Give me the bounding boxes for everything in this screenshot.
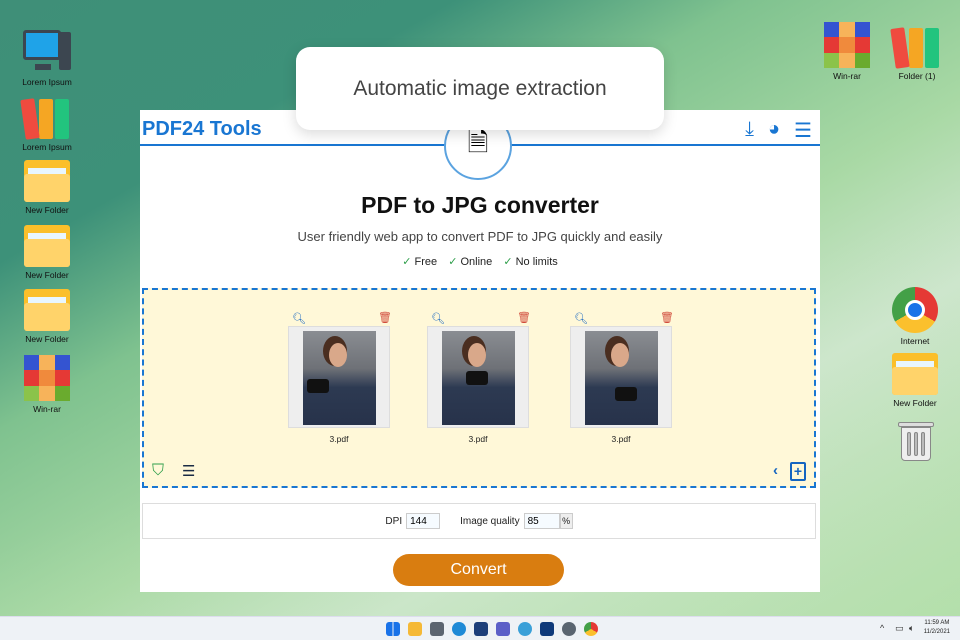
- volume-icon[interactable]: 🔈︎: [909, 623, 914, 634]
- file-thumbnail[interactable]: [427, 326, 529, 428]
- zoom-icon[interactable]: 🔍︎: [431, 312, 445, 325]
- desktop-icon-winrar[interactable]: Win-rar: [12, 355, 82, 414]
- feature-no-limits: ✓ No limits: [503, 256, 558, 268]
- feature-online: ✓ Online: [448, 256, 493, 268]
- folder-icon: [892, 353, 938, 395]
- conversion-options: DPI Image quality %: [142, 503, 816, 539]
- chrome-taskbar-icon[interactable]: [584, 622, 598, 636]
- chevron-left-icon[interactable]: ‹: [773, 462, 778, 479]
- chrome-icon: [892, 287, 938, 333]
- binders-icon: [890, 26, 941, 69]
- clock[interactable]: 11:59 AM 11/2/2021: [924, 619, 950, 637]
- computer-icon: [23, 28, 71, 74]
- list-view-icon[interactable]: ☰: [182, 462, 195, 480]
- zoom-icon[interactable]: 🔍︎: [574, 312, 588, 325]
- photo-thumbnail: [585, 331, 658, 425]
- teams-icon[interactable]: [496, 622, 510, 636]
- file-name: 3.pdf: [329, 434, 349, 444]
- brand-logo[interactable]: PDF24 Tools: [142, 118, 262, 141]
- image-quality-label: Image quality: [460, 515, 520, 527]
- feature-free: ✓ Free: [402, 256, 438, 268]
- camera-icon[interactable]: [430, 622, 444, 636]
- winrar-icon: [824, 22, 870, 68]
- zoom-icon[interactable]: 🔍︎: [292, 312, 306, 325]
- file-name: 3.pdf: [611, 434, 631, 444]
- start-icon[interactable]: [386, 622, 400, 636]
- edge-icon[interactable]: [452, 622, 466, 636]
- convert-button[interactable]: Convert: [393, 554, 564, 586]
- desktop-icon-recycle-bin[interactable]: [881, 418, 951, 462]
- file-drop-zone[interactable]: 🔍︎ 🗑︎ 3.pdf 🔍︎ 🗑︎ 3.pdf 🔍︎ 🗑︎ 3.pdf ⛉ ☰ …: [142, 288, 816, 488]
- feature-list: ✓ Free ✓ Online ✓ No limits: [140, 255, 820, 268]
- dpi-label: DPI: [385, 515, 403, 527]
- shield-check-icon[interactable]: ⛉: [152, 462, 164, 480]
- add-file-icon[interactable]: +: [790, 462, 806, 481]
- photo-thumbnail: [303, 331, 376, 425]
- download-icon[interactable]: ⤓: [745, 118, 754, 143]
- desktop-icon-winrar[interactable]: Win-rar: [812, 22, 882, 81]
- image-quality-input[interactable]: [523, 513, 560, 529]
- folder-icon: [24, 160, 70, 202]
- percent-unit: %: [559, 513, 573, 529]
- pdf24-window: PDF24 Tools ⤓ ◕ ☰ 🗎 PDF to JPG converter…: [140, 110, 820, 592]
- menu-icon[interactable]: ☰: [794, 118, 812, 143]
- folder-icon: [24, 225, 70, 267]
- network-icon[interactable]: ▭: [895, 623, 904, 634]
- page-subtitle: User friendly web app to convert PDF to …: [297, 229, 663, 244]
- desktop-icon-folder[interactable]: New Folder: [880, 353, 950, 408]
- maps-icon[interactable]: [518, 622, 532, 636]
- check-icon: ✓: [402, 256, 412, 268]
- recycle-bin-icon: [898, 418, 934, 462]
- check-icon: ✓: [503, 256, 513, 268]
- file-thumbnail[interactable]: [570, 326, 672, 428]
- desktop-icon-internet[interactable]: Internet: [880, 287, 950, 346]
- store-icon[interactable]: [474, 622, 488, 636]
- file-thumbnail[interactable]: [288, 326, 390, 428]
- folder-icon: [24, 289, 70, 331]
- desktop-icon-folder[interactable]: New Folder: [12, 160, 82, 215]
- photo-thumbnail: [442, 331, 515, 425]
- desktop-icon-folder[interactable]: New Folder: [12, 225, 82, 280]
- delete-icon[interactable]: 🗑︎: [378, 311, 392, 324]
- palette-icon[interactable]: ◕: [768, 118, 780, 143]
- page-title: PDF to JPG converter: [361, 192, 599, 218]
- file-explorer-icon[interactable]: [408, 622, 422, 636]
- pdf24-taskbar-icon[interactable]: [540, 622, 554, 636]
- delete-icon[interactable]: 🗑︎: [517, 311, 531, 324]
- desktop-icon-binders[interactable]: Lorem Ipsum: [12, 97, 82, 152]
- desktop-icon-computer[interactable]: Lorem Ipsum: [12, 28, 82, 87]
- file-name: 3.pdf: [468, 434, 488, 444]
- delete-icon[interactable]: 🗑︎: [660, 311, 674, 324]
- taskbar: ^ ▭ 🔈︎ 11:59 AM 11/2/2021: [0, 616, 960, 640]
- settings-icon[interactable]: [562, 622, 576, 636]
- dpi-input[interactable]: [406, 513, 441, 529]
- binders-icon: [20, 97, 71, 140]
- feature-callout: Automatic image extraction: [296, 47, 664, 130]
- desktop-icon-folder[interactable]: New Folder: [12, 289, 82, 344]
- check-icon: ✓: [448, 256, 458, 268]
- winrar-icon: [24, 355, 70, 401]
- chevron-up-icon[interactable]: ^: [880, 623, 884, 633]
- desktop-icon-folder-1[interactable]: Folder (1): [882, 26, 952, 81]
